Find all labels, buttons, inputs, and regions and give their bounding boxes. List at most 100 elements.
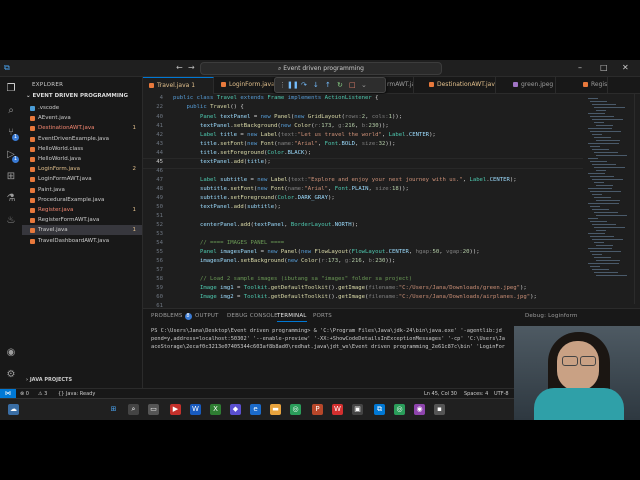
search-icon[interactable]: ⌕ [128,404,139,415]
extensions-icon[interactable]: ⊞ [5,171,17,183]
file-item[interactable]: Register.java 1 [22,205,142,215]
back-button[interactable]: ← [176,62,183,74]
file-item[interactable]: DestinationAWT.java 1 [22,123,142,133]
file-item[interactable]: TravelDashboardAWT.java [22,236,142,246]
file-item[interactable]: Travel.java 1 [22,225,142,236]
java-projects-section[interactable]: › JAVA PROJECTS [26,377,72,383]
code-line[interactable]: 52 centerPanel.add(textPanel, BorderLayo… [143,221,583,230]
code-line[interactable]: 58 // Load 2 sample images (ibutang sa "… [143,275,583,284]
panel-tab[interactable]: TERMINAL [277,311,307,322]
code-line[interactable]: 40 Panel textPanel = new Panel(new GridL… [143,113,583,122]
code-line[interactable]: 57 [143,266,583,275]
command-center-search[interactable]: ⌕ Event driven programming [200,62,442,75]
drag-handle-icon[interactable]: ⋮ [279,79,286,91]
sticky-scroll-line[interactable]: 22 public Travel() { [143,103,583,112]
file-item[interactable]: HelloWorld.class [22,144,142,154]
code-line[interactable]: 42 Label title = new Label(text:"Let us … [143,131,583,140]
app-red-icon[interactable]: W [332,404,343,415]
app-grey-icon[interactable]: ▣ [352,404,363,415]
powerpoint-icon[interactable]: P [312,404,323,415]
step-out-icon[interactable]: ↑ [325,79,331,91]
file-item[interactable]: LoginForm.java 2 [22,164,142,174]
weather-icon[interactable]: ☁ [8,404,19,415]
file-explorer-icon[interactable]: ▬ [270,404,281,415]
line-number: 46 [156,168,163,174]
word-icon[interactable]: W [190,404,201,415]
file-item[interactable]: ProceduralExample.java [22,195,142,205]
file-item[interactable]: AEvent.java [22,113,142,123]
line-number: 49 [156,195,163,201]
file-type-icon [149,83,154,88]
vscode-taskbar-icon[interactable]: ⧉ [374,404,385,415]
app-icon[interactable]: ◆ [230,404,241,415]
forward-button[interactable]: → [188,62,195,74]
workspace-folder[interactable]: ⌄ EVENT DRIVEN PROGRAMMING [26,93,128,99]
panel-tab[interactable]: DEBUG CONSOLE [227,311,278,321]
panel-tab[interactable]: OUTPUT [195,311,219,321]
panel-tab[interactable]: PORTS [313,311,332,321]
settings-gear-icon[interactable]: ⚙ [5,369,17,381]
search-icon[interactable]: ⌕ [5,105,17,117]
testing-icon[interactable]: ⚗ [5,193,17,205]
code-line[interactable]: 51 [143,212,583,221]
code-line[interactable]: 56 imagesPanel.setBackground(new Color(r… [143,257,583,266]
code-line[interactable]: 46 [143,167,583,176]
editor-tab[interactable]: green.jpeg [507,77,556,93]
code-line[interactable]: 49 subtitle.setForeground(Color.DARK_GRA… [143,194,583,203]
chrome-icon[interactable]: ◎ [290,404,301,415]
chevron-down-icon[interactable]: ⌄ [361,79,367,91]
code-line[interactable]: 59 Image img1 = Toolkit.getDefaultToolki… [143,284,583,293]
app-dark-icon[interactable]: ▪ [434,404,445,415]
restart-icon[interactable]: ↻ [337,79,343,91]
pause-icon[interactable]: ❚❚ [287,79,299,91]
file-item[interactable]: .vscode [22,103,142,113]
file-item[interactable]: RegisterFormAWT.java [22,215,142,225]
code-line[interactable]: 48 subtitle.setFont(new Font(name:"Arial… [143,185,583,194]
code-line[interactable]: 44 title.setForeground(Color.BLACK); [143,149,583,158]
minimap-line [588,143,619,144]
file-item[interactable]: EventDrivenExample.java [22,134,142,144]
minimap-line [596,230,606,231]
task-view-icon[interactable]: ▭ [148,404,159,415]
editor-scrollbar[interactable] [634,94,640,304]
chrome-profile-icon[interactable]: ◎ [394,404,405,415]
editor-tab[interactable]: Regis [577,77,608,93]
file-item[interactable]: Paint.java [22,185,142,195]
minimize-button[interactable]: – [578,62,582,74]
app-purple-icon[interactable]: ◉ [414,404,425,415]
editor-tab[interactable]: DestinationAWT.java 1 [423,77,496,93]
code-line[interactable]: 60 Image img2 = Toolkit.getDefaultToolki… [143,293,583,302]
windows-start-icon[interactable]: ⊞ [108,404,119,415]
minimap-line [590,266,600,267]
file-item[interactable]: HelloWorld.java [22,154,142,164]
code-editor[interactable]: 4 public class Travel extends Frame imple… [143,94,583,309]
debug-session-label[interactable]: Debug: Loginform [525,311,578,321]
java-icon[interactable]: ♨ [5,215,17,227]
minimap[interactable] [584,94,634,304]
maximize-button[interactable]: □ [600,62,608,74]
vscode-logo-icon[interactable]: ⧉ [4,63,14,73]
step-into-icon[interactable]: ↓ [313,79,319,91]
youtube-icon[interactable]: ▶ [170,404,181,415]
file-item[interactable]: LoginFormAWT.java [22,174,142,184]
code-line[interactable]: 45 textPanel.add(title); [143,158,583,169]
code-line[interactable]: 50 textPanel.add(subtitle); [143,203,583,212]
explorer-icon[interactable]: ❐ [5,83,17,95]
panel-tab[interactable]: PROBLEMS 8 [151,311,192,321]
close-button[interactable]: ✕ [622,62,629,74]
excel-icon[interactable]: X [210,404,221,415]
code-line[interactable]: 43 title.setFont(new Font(name:"Arial", … [143,140,583,149]
stop-icon[interactable]: □ [349,79,356,91]
account-icon[interactable]: ◉ [5,347,17,359]
editor-tab[interactable]: LoginForm.java 2 [215,77,278,93]
code-line[interactable]: 54 // ==== IMAGES PANEL ==== [143,239,583,248]
code-line[interactable]: 53 [143,230,583,239]
step-over-icon[interactable]: ↷ [301,79,307,91]
sticky-scroll-line[interactable]: 4 public class Travel extends Frame imple… [143,94,583,103]
code-line[interactable]: 55 Panel imagesPanel = new Panel(new Flo… [143,248,583,257]
code-line[interactable]: 47 Label subtitle = new Label(text:"Expl… [143,176,583,185]
code-line[interactable]: 41 textPanel.setBackground(new Color(r:1… [143,122,583,131]
line-number: 54 [156,240,163,246]
edge-icon[interactable]: e [250,404,261,415]
editor-tab[interactable]: Travel.java 1 [143,77,214,94]
